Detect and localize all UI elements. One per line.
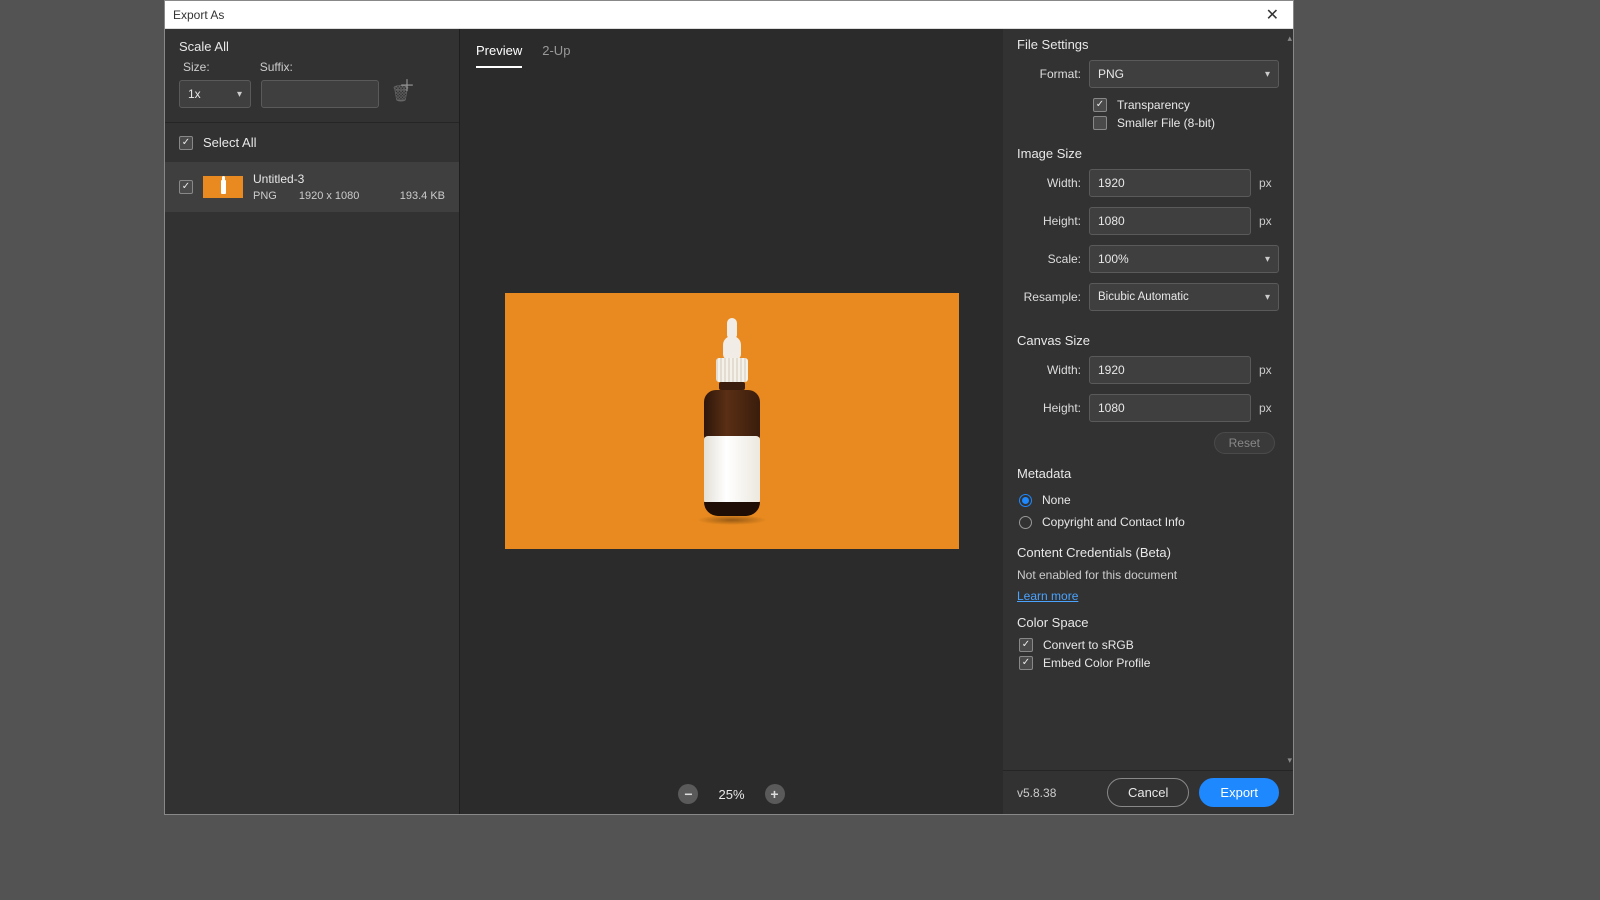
select-all-checkbox[interactable] (179, 136, 193, 150)
resample-select[interactable]: Bicubic Automatic ▾ (1089, 283, 1279, 311)
convert-srgb-label: Convert to sRGB (1043, 638, 1134, 652)
tab-2up[interactable]: 2-Up (542, 37, 570, 68)
format-select[interactable]: PNG ▾ (1089, 60, 1279, 88)
resample-value: Bicubic Automatic (1098, 291, 1189, 303)
asset-dimensions: 1920 x 1080 (299, 190, 360, 202)
select-all-label: Select All (203, 135, 256, 150)
resample-label: Resample: (1017, 290, 1081, 304)
preview-canvas (460, 68, 1003, 774)
scale-label: Scale: (1017, 252, 1081, 266)
preview-panel: Preview 2-Up (460, 29, 1003, 814)
file-settings-title: File Settings (1017, 37, 1279, 52)
chevron-down-icon: ▾ (1265, 69, 1270, 80)
scale-select[interactable]: 100% ▾ (1089, 245, 1279, 273)
cv-width-label: Width: (1017, 363, 1081, 377)
asset-format: PNG (253, 190, 277, 202)
img-width-label: Width: (1017, 176, 1081, 190)
transparency-checkbox[interactable] (1093, 98, 1107, 112)
embed-profile-checkbox[interactable] (1019, 656, 1033, 670)
format-label: Format: (1017, 67, 1081, 81)
tab-preview[interactable]: Preview (476, 37, 522, 68)
size-label: Size: (183, 60, 210, 74)
zoom-out-icon[interactable]: − (678, 784, 698, 804)
metadata-copyright-label: Copyright and Contact Info (1042, 515, 1185, 529)
cv-height-label: Height: (1017, 401, 1081, 415)
left-panel: Scale All Size: Suffix: 1x ▾ 🗑 ＋ Select … (165, 29, 460, 814)
chevron-down-icon: ▾ (1265, 254, 1270, 265)
size-select[interactable]: 1x ▾ (179, 80, 251, 108)
suffix-input[interactable] (261, 80, 379, 108)
export-button[interactable]: Export (1199, 778, 1279, 807)
export-as-dialog: Export As ✕ Scale All Size: Suffix: 1x ▾… (164, 0, 1294, 815)
format-value: PNG (1098, 67, 1124, 81)
embed-profile-label: Embed Color Profile (1043, 656, 1150, 670)
chevron-down-icon: ▾ (237, 89, 242, 100)
px-unit: px (1259, 401, 1279, 415)
color-space-title: Color Space (1017, 615, 1279, 630)
cancel-button[interactable]: Cancel (1107, 778, 1189, 807)
version-label: v5.8.38 (1017, 786, 1056, 800)
convert-srgb-checkbox[interactable] (1019, 638, 1033, 652)
preview-image (505, 293, 959, 549)
zoom-level: 25% (718, 787, 744, 802)
img-height-input[interactable]: 1080 (1089, 207, 1251, 235)
smaller-file-label: Smaller File (8-bit) (1117, 116, 1215, 130)
credentials-title: Content Credentials (Beta) (1017, 545, 1279, 560)
chevron-down-icon: ▾ (1265, 292, 1270, 303)
img-width-input[interactable]: 1920 (1089, 169, 1251, 197)
credentials-status: Not enabled for this document (1017, 568, 1279, 582)
img-height-label: Height: (1017, 214, 1081, 228)
metadata-copyright-radio[interactable] (1019, 516, 1032, 529)
asset-name: Untitled-3 (253, 172, 445, 186)
asset-thumbnail (203, 176, 243, 198)
px-unit: px (1259, 214, 1279, 228)
image-size-title: Image Size (1017, 146, 1279, 161)
dialog-footer: v5.8.38 Cancel Export (1003, 770, 1293, 814)
scale-all-title: Scale All (165, 29, 459, 60)
smaller-file-checkbox[interactable] (1093, 116, 1107, 130)
cv-height-input[interactable]: 1080 (1089, 394, 1251, 422)
plus-icon[interactable]: ＋ (395, 72, 419, 96)
metadata-none-radio[interactable] (1019, 494, 1032, 507)
metadata-title: Metadata (1017, 466, 1279, 481)
bottle-illustration (701, 318, 763, 525)
metadata-none-label: None (1042, 493, 1071, 507)
px-unit: px (1259, 363, 1279, 377)
cv-width-input[interactable]: 1920 (1089, 356, 1251, 384)
asset-filesize: 193.4 KB (400, 190, 445, 202)
transparency-label: Transparency (1117, 98, 1190, 112)
canvas-size-title: Canvas Size (1017, 333, 1279, 348)
px-unit: px (1259, 176, 1279, 190)
close-icon[interactable]: ✕ (1260, 5, 1285, 25)
window-title: Export As (173, 8, 224, 22)
asset-row[interactable]: Untitled-3 PNG 1920 x 1080 193.4 KB (165, 162, 459, 212)
reset-button: Reset (1214, 432, 1275, 454)
suffix-label: Suffix: (260, 60, 293, 74)
asset-checkbox[interactable] (179, 180, 193, 194)
scroll-up-icon[interactable]: ▴ (1287, 33, 1292, 44)
right-scroll[interactable]: File Settings Format: PNG ▾ Transparency (1003, 29, 1293, 770)
scale-value: 100% (1098, 252, 1129, 266)
learn-more-link[interactable]: Learn more (1017, 589, 1078, 603)
scroll-down-icon[interactable]: ▾ (1287, 755, 1292, 766)
zoom-in-icon[interactable]: + (765, 784, 785, 804)
size-value: 1x (188, 87, 201, 101)
right-panel: ▴ File Settings Format: PNG ▾ Transparen… (1003, 29, 1293, 814)
titlebar: Export As ✕ (165, 1, 1293, 29)
